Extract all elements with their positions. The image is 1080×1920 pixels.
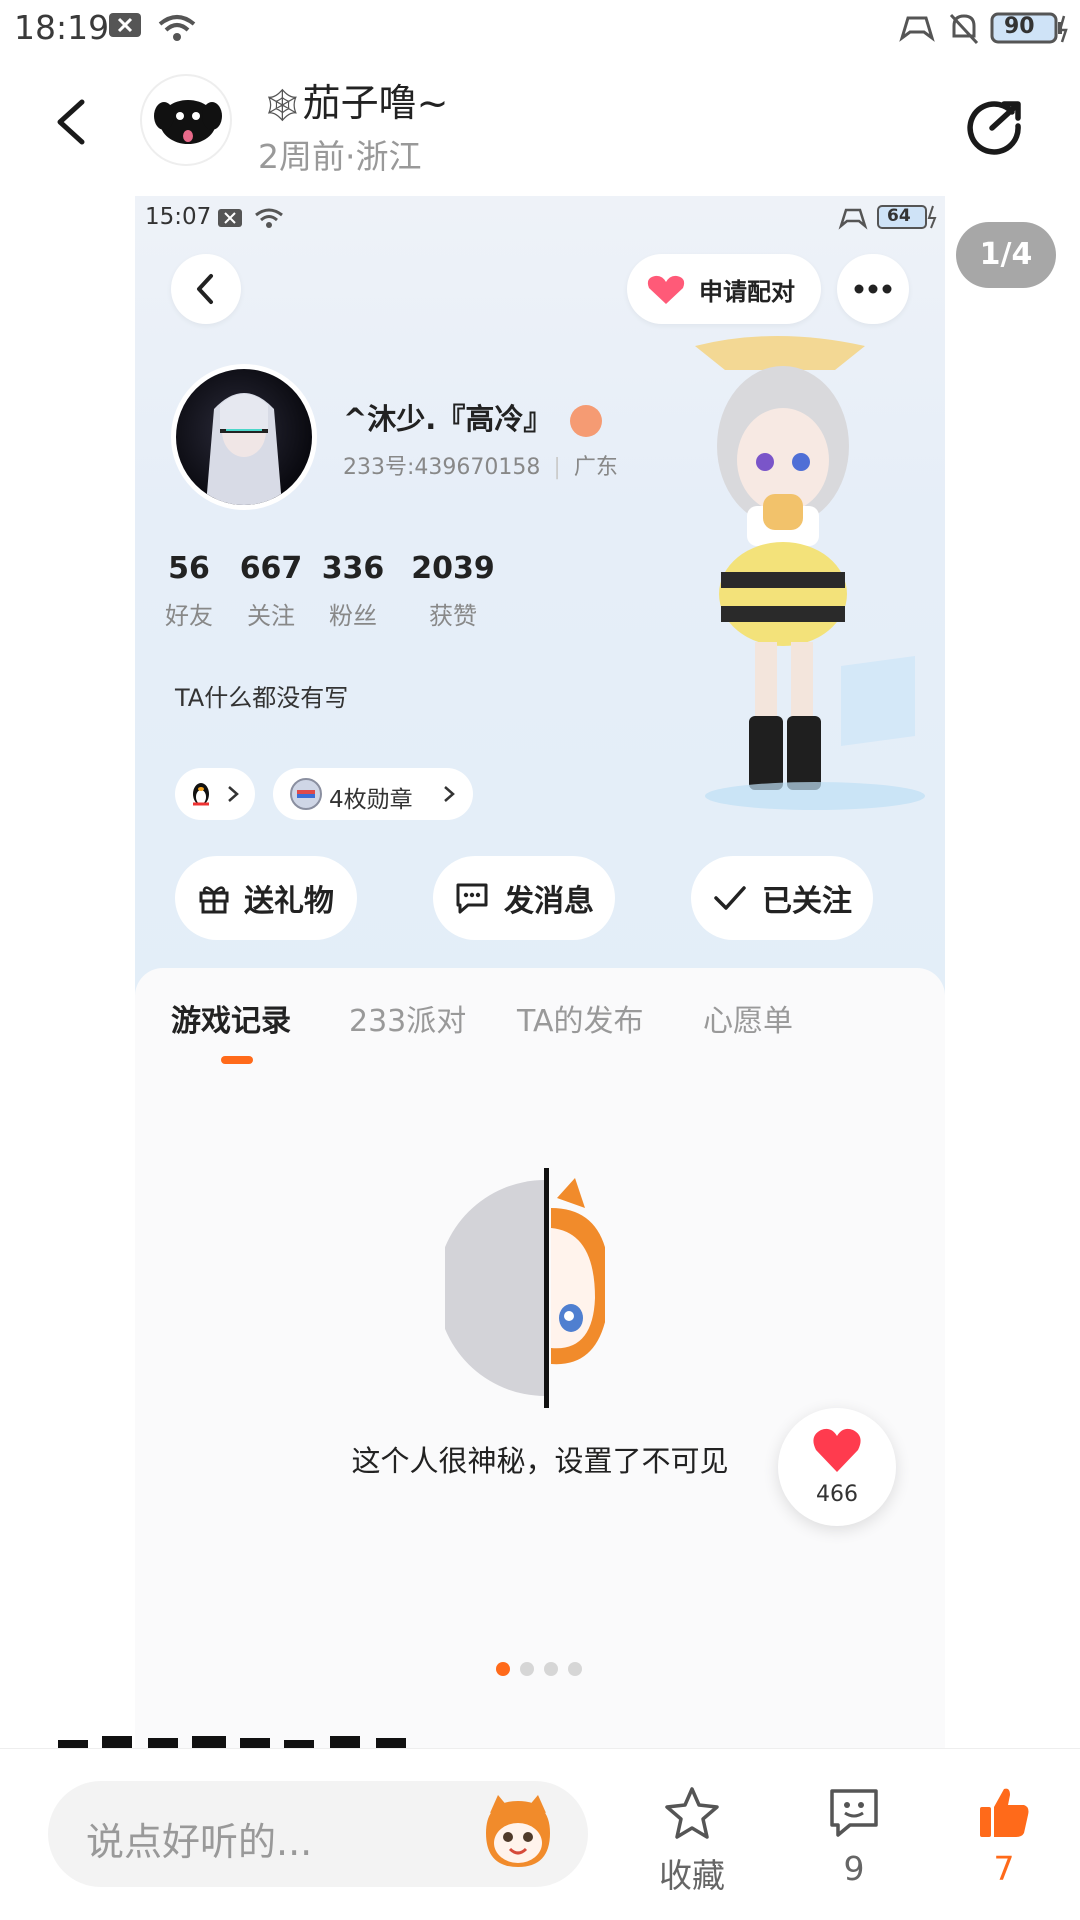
favorite-label: 收藏: [659, 1856, 725, 1895]
post-header: 🕸茄子噜~ 2周前·浙江: [0, 64, 1080, 176]
avatar-character-image: [695, 336, 925, 810]
like-count: 7: [993, 1849, 1015, 1888]
heart-icon: [647, 275, 685, 304]
more-options-button[interactable]: [837, 254, 909, 324]
stat-number: 2039: [411, 551, 495, 586]
image-wifi-icon: [253, 206, 285, 234]
checkmark-icon: [714, 886, 746, 910]
image-page-counter: 1/4: [956, 222, 1056, 288]
qq-chip[interactable]: [175, 768, 255, 820]
black-dog-avatar-icon: [154, 100, 222, 144]
anime-girl-avatar-icon: [206, 393, 282, 505]
more-dots-icon: [854, 284, 892, 294]
share-button[interactable]: [962, 90, 1028, 156]
thumbs-up-icon: [980, 1788, 1029, 1837]
profile-tabs-panel: 游戏记录 233派对 TA的发布 心愿单 这个人很神秘，设置了不可见: [135, 968, 945, 1756]
tab-wishlist[interactable]: 心愿单: [703, 996, 793, 1040]
bottom-action-bar: 说点好听的... 收藏 9 7: [0, 1748, 1080, 1920]
floating-like-count: 466: [816, 1482, 858, 1507]
chevron-right-icon: [444, 786, 455, 802]
send-message-button[interactable]: 发消息: [433, 856, 615, 940]
status-time: 18:19: [14, 8, 110, 47]
comment-input[interactable]: 说点好听的...: [48, 1781, 588, 1887]
following-button[interactable]: 已关注: [691, 856, 873, 940]
comment-placeholder: 说点好听的...: [86, 1820, 313, 1864]
chat-bubble-icon: [456, 883, 488, 914]
carousel-dot[interactable]: [544, 1662, 558, 1676]
tab-ta-posts[interactable]: TA的发布: [517, 996, 644, 1040]
image-status-time: 15:07: [145, 204, 212, 230]
send-gift-button[interactable]: 送礼物: [175, 856, 357, 940]
spiderweb-icon: 🕸: [262, 86, 303, 124]
emoji-badge-icon: [570, 405, 603, 437]
sim-off-icon: [108, 12, 142, 42]
gift-icon: [199, 886, 229, 914]
game-controller-icon: [896, 12, 938, 48]
profile-bio: TA什么都没有写: [175, 684, 349, 712]
stat-number: 336: [321, 551, 385, 586]
tab-game-records[interactable]: 游戏记录: [171, 996, 291, 1040]
profile-id-line: 233号:439670158 | 广东: [343, 449, 618, 481]
image-controller-icon: [837, 206, 869, 234]
send-gift-label: 送礼物: [244, 884, 334, 919]
profile-id: 233号:439670158: [343, 455, 541, 480]
following-label: 已关注: [762, 884, 852, 919]
share-arrow-icon: [967, 101, 1021, 155]
chevron-right-icon: [228, 786, 239, 802]
author-name[interactable]: 🕸茄子噜~: [262, 72, 448, 127]
star-outline-icon: [665, 1787, 719, 1839]
battery-indicator: 90: [990, 12, 1070, 48]
carousel-dot[interactable]: [568, 1662, 582, 1676]
chevron-left-icon: [197, 274, 213, 304]
penguin-icon: [193, 783, 209, 806]
profile-header-area: 15:07 64 申请配对 ^沐少.『高冷』 233号:439670158 | …: [135, 196, 945, 996]
author-avatar[interactable]: [140, 74, 232, 166]
stat-likes[interactable]: 2039 获赞: [393, 551, 513, 631]
heart-filled-icon: [813, 1428, 861, 1472]
carousel-dot[interactable]: [496, 1662, 510, 1676]
apply-pair-button[interactable]: 申请配对: [627, 254, 821, 324]
badges-chip[interactable]: 4枚勋章: [273, 768, 473, 820]
emoji-mascot-icon[interactable]: [476, 1793, 560, 1873]
favorite-button[interactable]: 收藏: [632, 1785, 752, 1897]
post-time-location: 2周前·浙江: [258, 137, 422, 176]
profile-name-text: ^沐少.『高冷』: [343, 402, 553, 436]
post-detail-page: 18:19 90 🕸茄子噜~ 2周前·浙江 15:07 64 申请配对 ^沐少.…: [0, 0, 1080, 1920]
tab-233-party[interactable]: 233派对: [349, 996, 466, 1040]
status-bar: 18:19 90: [0, 0, 1080, 56]
comment-count: 9: [843, 1849, 865, 1888]
comment-bubble-icon: [830, 1789, 878, 1837]
chevron-left-icon: [57, 99, 85, 145]
stat-label: 粉丝: [329, 602, 377, 630]
battery-level: 90: [1004, 14, 1035, 39]
medal-icon: [290, 778, 322, 810]
image-sim-off-icon: [217, 208, 243, 232]
like-button[interactable]: 7: [944, 1785, 1064, 1888]
wifi-icon: [156, 12, 198, 48]
comments-button[interactable]: 9: [794, 1785, 914, 1888]
profile-back-button[interactable]: [171, 254, 241, 324]
apply-pair-label: 申请配对: [699, 278, 795, 306]
author-name-text: 茄子噜~: [302, 81, 449, 125]
profile-avatar[interactable]: [171, 364, 317, 510]
floating-like-button[interactable]: 466: [778, 1408, 896, 1526]
stat-fans[interactable]: 336 粉丝: [303, 551, 403, 631]
profile-name: ^沐少.『高冷』: [343, 396, 603, 438]
back-button[interactable]: [44, 94, 100, 150]
badges-label: 4枚勋章: [329, 787, 413, 813]
active-tab-indicator: [221, 1056, 253, 1064]
image-battery-indicator: 64: [877, 204, 939, 234]
peeking-mascot-icon: [445, 1168, 605, 1408]
id-divider: |: [553, 455, 561, 480]
send-message-label: 发消息: [504, 884, 594, 919]
stat-label: 获赞: [429, 602, 477, 630]
bell-muted-icon: [948, 12, 980, 50]
image-battery-level: 64: [887, 206, 911, 226]
profile-region: 广东: [573, 455, 618, 480]
carousel-dot[interactable]: [520, 1662, 534, 1676]
